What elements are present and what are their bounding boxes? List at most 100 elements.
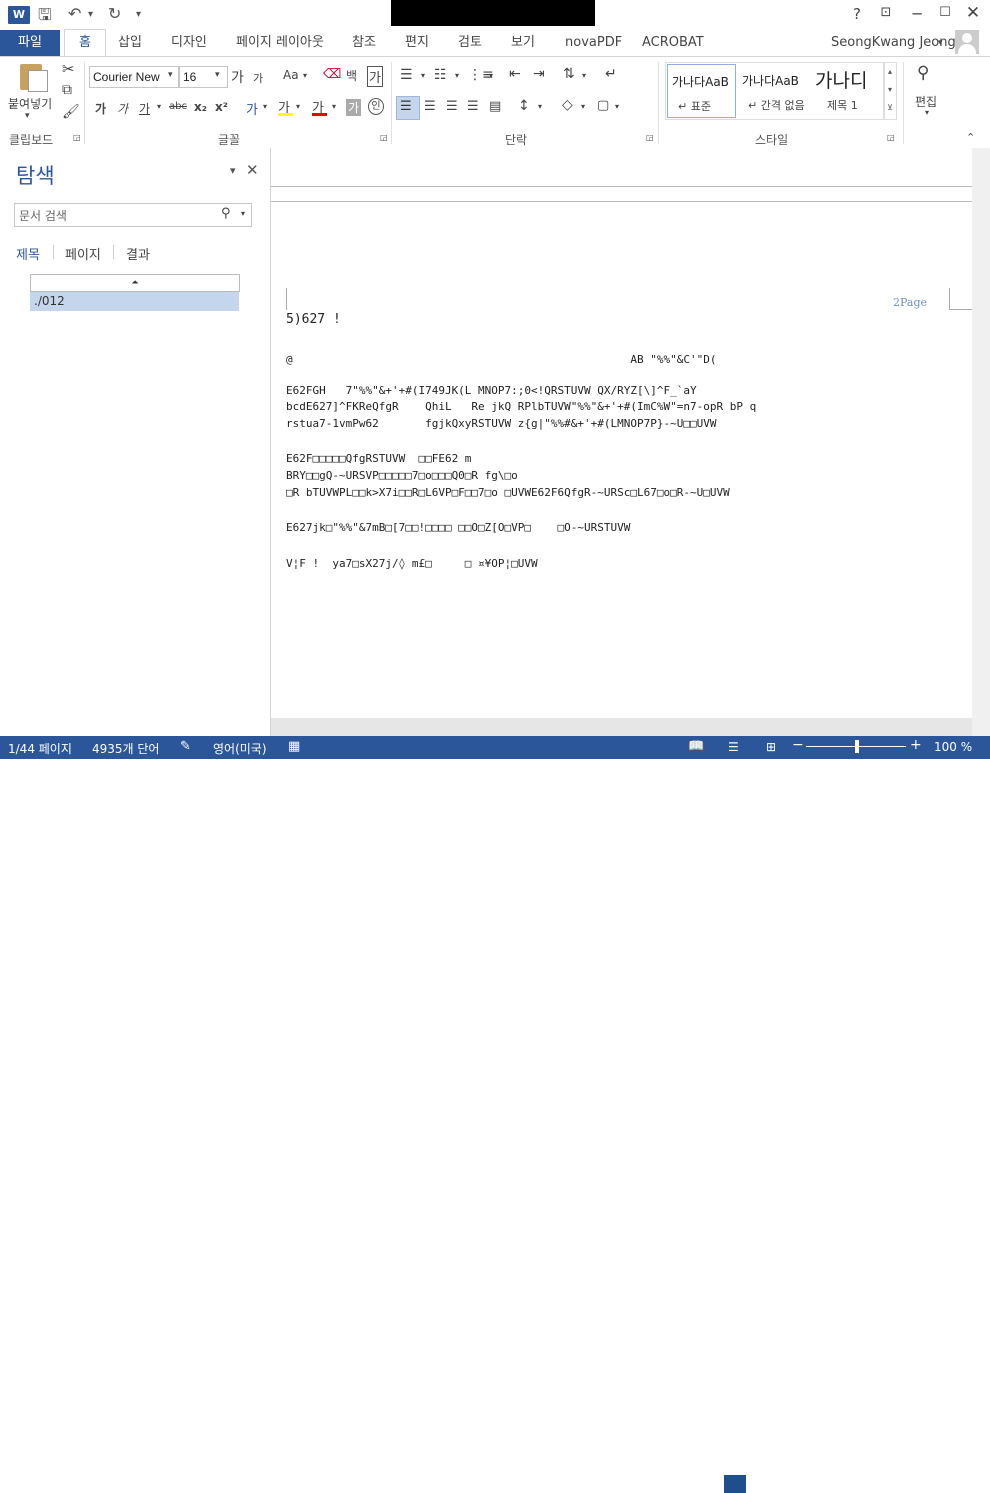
italic-button[interactable]: 가 — [117, 100, 128, 117]
justify-icon[interactable]: ☰ — [467, 99, 479, 114]
multilevel-dropdown-icon[interactable]: ▾ — [489, 71, 493, 80]
distributed-icon[interactable]: ▤ — [489, 99, 501, 114]
avatar[interactable] — [955, 30, 979, 54]
font-launcher-icon[interactable]: ◲ — [380, 133, 388, 142]
char-border-icon[interactable]: 가 — [367, 66, 383, 87]
maximize-icon[interactable]: ☐ — [933, 5, 957, 20]
styles-scroll[interactable]: ▴ ▾ ⊻ — [883, 62, 897, 120]
save-icon[interactable]: 🖫 — [38, 4, 52, 31]
zoom-level[interactable]: 100 % — [934, 740, 972, 754]
strikethrough-button[interactable]: abc — [169, 101, 187, 112]
align-center-icon[interactable]: ☰ — [424, 99, 436, 114]
tab-view[interactable]: 보기 — [511, 30, 535, 56]
text-effects-icon[interactable]: 가 — [246, 99, 258, 118]
align-right-icon[interactable]: ☰ — [446, 99, 458, 114]
customize-qat-icon[interactable]: ▾ — [136, 9, 141, 20]
tab-home[interactable]: 홈 — [64, 29, 106, 56]
collapse-ribbon-icon[interactable]: ⌃ — [966, 131, 975, 144]
underline-dropdown-icon[interactable]: ▾ — [157, 102, 161, 111]
page-count[interactable]: 1/44 페이지 — [8, 740, 72, 757]
binoculars-icon[interactable]: ⚲ — [917, 63, 929, 83]
proofing-icon[interactable]: ✎ — [180, 739, 191, 754]
style-no-spacing[interactable]: 가나다AaB ↵ 간격 없음 — [738, 64, 808, 116]
text-effects-dropdown-icon[interactable]: ▾ — [263, 102, 267, 111]
underline-button[interactable]: 가 — [139, 100, 150, 117]
shading-icon[interactable]: ◇ — [562, 97, 573, 113]
shrink-font-button[interactable]: 가 — [253, 70, 263, 86]
macro-icon[interactable]: ▦ — [288, 739, 300, 754]
subscript-button[interactable]: x₂ — [194, 100, 207, 114]
copy-icon[interactable]: ⧉ — [62, 82, 72, 98]
sort-dropdown-icon[interactable]: ▾ — [582, 71, 586, 80]
style-heading1[interactable]: 가나디 제목 1 — [810, 64, 880, 116]
style-normal[interactable]: 가나다AaB ↵ 표준 — [667, 64, 736, 118]
search-dropdown-icon[interactable]: ▾ — [241, 209, 245, 218]
web-layout-icon[interactable]: ⊞ — [766, 740, 776, 754]
borders-dropdown-icon[interactable]: ▾ — [615, 102, 619, 111]
undo-dropdown-icon[interactable]: ▾ — [88, 9, 93, 20]
bullets-dropdown-icon[interactable]: ▾ — [421, 71, 425, 80]
tab-headings[interactable]: 제목 — [16, 244, 40, 263]
tab-design[interactable]: 디자인 — [171, 30, 207, 56]
numbering-dropdown-icon[interactable]: ▾ — [455, 71, 459, 80]
editing-dropdown-icon[interactable]: ▾ — [925, 108, 929, 117]
tab-references[interactable]: 참조 — [352, 30, 376, 56]
phonetic-guide-icon[interactable]: 백 — [346, 67, 357, 84]
font-name-select[interactable]: Courier New — [89, 66, 179, 88]
superscript-button[interactable]: x² — [215, 100, 228, 114]
tab-file[interactable]: 파일 — [0, 30, 60, 56]
redo-icon[interactable]: ↻ — [108, 4, 121, 23]
line-spacing-icon[interactable]: ↕ — [518, 98, 530, 114]
paragraph-launcher-icon[interactable]: ◲ — [646, 133, 654, 142]
font-size-select[interactable]: 16 — [179, 66, 228, 88]
styles-launcher-icon[interactable]: ◲ — [887, 133, 895, 142]
sort-icon[interactable]: ⇅ — [563, 66, 575, 82]
paste-dropdown-icon[interactable]: ▾ — [25, 111, 30, 121]
tab-page-layout[interactable]: 페이지 레이아웃 — [236, 30, 324, 56]
close-icon[interactable]: ✕ — [961, 3, 985, 23]
align-left-button[interactable]: ☰ — [396, 96, 420, 120]
tab-novapdf[interactable]: novaPDF — [565, 30, 622, 56]
user-dropdown-icon[interactable]: ▾ — [938, 30, 943, 56]
change-case-button[interactable]: Aa — [283, 68, 299, 82]
word-logo-icon[interactable]: W — [8, 6, 30, 24]
tab-mailings[interactable]: 편지 — [405, 30, 429, 56]
bullets-icon[interactable]: ☰ — [400, 67, 413, 83]
nav-options-icon[interactable]: ▾ — [230, 164, 236, 177]
search-input[interactable]: 문서 검색 ⚲ ▾ — [14, 203, 252, 227]
ribbon-display-icon[interactable]: ⊡ — [874, 5, 898, 20]
tab-review[interactable]: 검토 — [458, 30, 482, 56]
grow-font-button[interactable]: 가 — [231, 67, 244, 87]
borders-icon[interactable]: ▢ — [597, 98, 609, 113]
clipboard-launcher-icon[interactable]: ◲ — [73, 133, 81, 142]
zoom-out-icon[interactable]: − — [792, 737, 804, 753]
minimize-icon[interactable]: ─ — [905, 5, 929, 23]
font-size-dropdown-icon[interactable]: ▾ — [215, 70, 220, 80]
format-painter-icon[interactable]: 🖌 — [62, 104, 80, 120]
help-button[interactable]: ? — [845, 5, 869, 23]
font-name-dropdown-icon[interactable]: ▾ — [168, 70, 173, 80]
increase-indent-icon[interactable]: ⇥ — [533, 66, 545, 82]
font-color-dropdown-icon[interactable]: ▾ — [332, 102, 336, 111]
vertical-scrollbar[interactable] — [972, 148, 990, 736]
char-shading-icon[interactable]: 가 — [346, 99, 362, 116]
numbering-icon[interactable]: ☷ — [434, 67, 447, 83]
language-status[interactable]: 영어(미국) — [213, 740, 267, 757]
tab-insert[interactable]: 삽입 — [118, 30, 142, 56]
tab-pages[interactable]: 페이지 — [65, 244, 101, 263]
enclose-char-icon[interactable]: 인 — [368, 98, 384, 115]
paste-icon[interactable] — [18, 62, 48, 92]
clear-format-icon[interactable]: ⌫ — [323, 67, 341, 82]
cut-icon[interactable]: ✂ — [62, 60, 75, 78]
tab-acrobat[interactable]: ACROBAT — [642, 30, 704, 56]
collapse-all-button[interactable]: ⏶ — [30, 274, 240, 292]
undo-icon[interactable]: ↶ — [68, 4, 81, 23]
print-layout-button[interactable] — [724, 1475, 746, 1493]
nav-close-icon[interactable]: ✕ — [246, 161, 259, 179]
show-formatting-icon[interactable]: ↵ — [605, 66, 617, 82]
heading-item[interactable]: ./012 — [30, 292, 239, 311]
search-icon[interactable]: ⚲ — [221, 206, 231, 221]
line-spacing-dropdown-icon[interactable]: ▾ — [538, 102, 542, 111]
highlight-dropdown-icon[interactable]: ▾ — [296, 102, 300, 111]
zoom-slider-thumb[interactable] — [855, 740, 859, 753]
